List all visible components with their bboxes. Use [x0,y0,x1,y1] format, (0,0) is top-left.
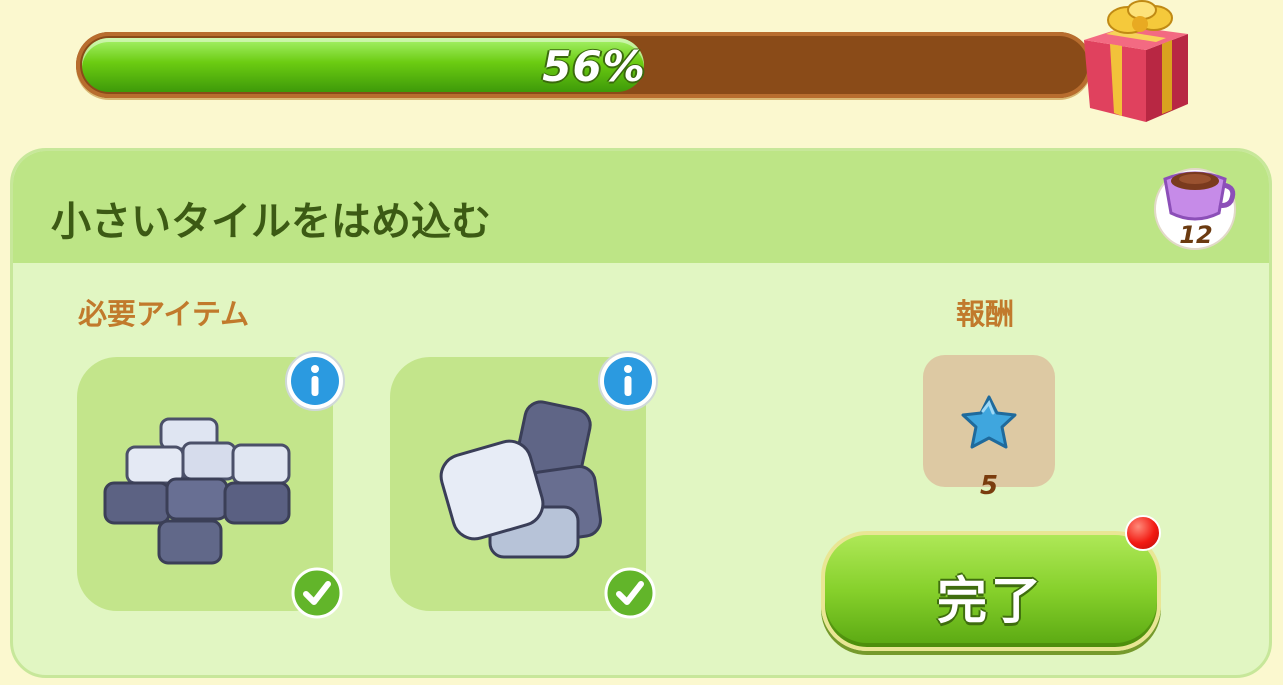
check-icon [604,567,656,619]
progress-percent-label: 56% [542,42,646,91]
required-items-label: 必要アイテム [78,297,250,331]
required-item-stone-tiles[interactable] [77,351,345,619]
task-title: 小さいタイルをはめ込む [51,199,491,245]
task-card: 小さいタイルをはめ込む 12 必要アイテム 報酬 5 完了 [10,148,1272,678]
reward-count: 5 [979,471,999,501]
gift-box-icon[interactable] [1076,0,1196,125]
reward-slot[interactable] [923,355,1055,487]
notification-dot [1125,515,1161,551]
info-icon[interactable] [596,349,660,413]
info-icon[interactable] [283,349,347,413]
cost-value: 12 [1179,221,1213,249]
complete-button-label: 完了 [937,572,1045,630]
stone-pile-icon [439,400,602,559]
complete-button[interactable]: 完了 [821,531,1161,651]
check-icon [291,567,343,619]
blue-star-icon [961,395,1017,449]
reward-label: 報酬 [956,297,1015,331]
required-item-stone-pile[interactable] [390,351,658,619]
stone-tiles-icon [103,417,291,565]
